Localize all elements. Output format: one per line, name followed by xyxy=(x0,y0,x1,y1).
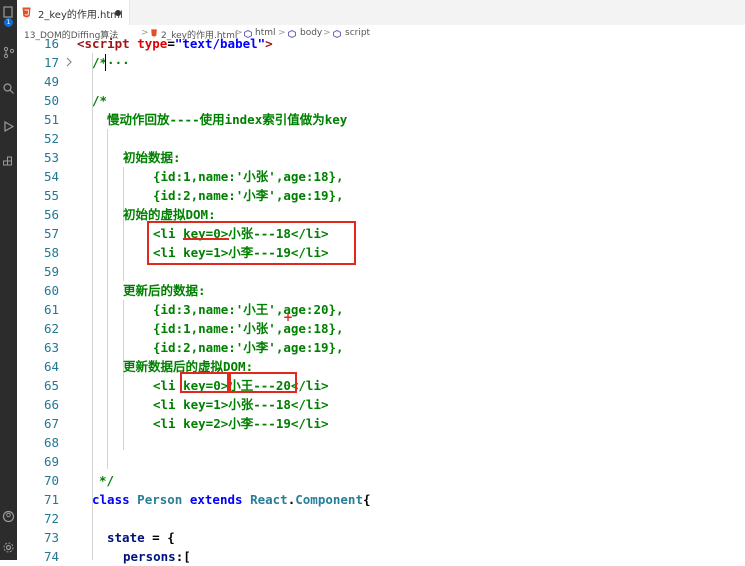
code-line: */ xyxy=(99,473,115,488)
text-cursor xyxy=(105,54,106,71)
line-number: 60 xyxy=(43,283,59,298)
search-icon[interactable] xyxy=(2,82,15,95)
line-number: 69 xyxy=(43,454,59,469)
run-debug-icon[interactable] xyxy=(2,120,15,133)
line-number: 55 xyxy=(43,188,59,203)
code-line: {id:2,name:'小李',age:19}, xyxy=(153,188,344,203)
line-number: 52 xyxy=(43,131,59,146)
line-number: 54 xyxy=(43,169,59,184)
line-number: 63 xyxy=(43,340,59,355)
line-number: 53 xyxy=(43,150,59,165)
line-number: 72 xyxy=(43,511,59,526)
line-number: 50 xyxy=(43,93,59,108)
code-line: {id:3,name:'小王',age:20}, xyxy=(153,302,344,317)
code-editor[interactable]: <script type="text/babel"> /*··· /* 慢动作回… xyxy=(77,31,745,564)
annotation-plus-mark: + xyxy=(283,310,294,324)
code-line: {id:2,name:'小李',age:19}, xyxy=(153,340,344,355)
code-line: /* xyxy=(92,93,108,108)
line-number: 58 xyxy=(43,245,59,260)
line-number: 49 xyxy=(43,74,59,89)
line-number-gutter: 16 17 49 50 51 52 53 54 55 56 57 58 59 6… xyxy=(17,31,77,564)
annotation-box-xiaowang xyxy=(229,372,297,393)
annotation-box-initial-vdom xyxy=(147,221,356,265)
settings-gear-icon[interactable] xyxy=(2,541,15,554)
line-number: 70 xyxy=(43,473,59,488)
line-number: 68 xyxy=(43,435,59,450)
code-line: class Person extends React.Component{ xyxy=(92,492,371,507)
code-line: <script type="text/babel"> xyxy=(77,36,273,51)
line-number: 16 xyxy=(43,36,59,51)
source-control-icon[interactable] xyxy=(2,46,15,59)
line-number: 74 xyxy=(43,549,59,564)
line-number: 17 xyxy=(43,55,59,70)
indent-guide xyxy=(107,129,108,469)
line-number: 56 xyxy=(43,207,59,222)
annotation-underline-key xyxy=(183,238,229,240)
code-line: <li key=2>小李---19</li> xyxy=(153,416,329,431)
line-number: 73 xyxy=(43,530,59,545)
code-line: 更新后的数据: xyxy=(123,283,206,298)
account-icon[interactable] xyxy=(2,510,15,523)
line-number: 64 xyxy=(43,359,59,374)
annotation-box-key0 xyxy=(180,372,229,393)
code-line: 初始数据: xyxy=(123,150,181,165)
code-line: /*··· xyxy=(92,55,130,70)
line-number: 51 xyxy=(43,112,59,127)
tab-label: 2_key的作用.html xyxy=(38,10,123,21)
html-file-icon xyxy=(22,7,31,18)
line-number: 62 xyxy=(43,321,59,336)
code-line: {id:1,name:'小张',age:18}, xyxy=(153,169,344,184)
line-number: 66 xyxy=(43,397,59,412)
indent-guide xyxy=(123,167,124,281)
activity-bar: 1 xyxy=(0,0,17,560)
line-number: 61 xyxy=(43,302,59,317)
editor-tab[interactable]: 2_key的作用.html xyxy=(17,0,130,25)
extensions-icon[interactable] xyxy=(2,156,15,169)
unsaved-dot-icon[interactable] xyxy=(115,10,121,16)
line-number: 57 xyxy=(43,226,59,241)
code-line: {id:1,name:'小张',age:18}, xyxy=(153,321,344,336)
line-number: 71 xyxy=(43,492,59,507)
line-number: 67 xyxy=(43,416,59,431)
tab-bar: 2_key的作用.html xyxy=(17,0,745,26)
code-line: state = { xyxy=(107,530,175,545)
line-number: 59 xyxy=(43,264,59,279)
fold-chevron-right-icon[interactable] xyxy=(65,57,73,67)
notification-badge: 1 xyxy=(4,18,13,27)
indent-guide xyxy=(92,53,93,560)
code-line: persons:[ xyxy=(123,549,191,564)
line-number: 65 xyxy=(43,378,59,393)
code-line: 慢动作回放----使用index索引值做为key xyxy=(107,112,348,127)
code-line: <li key=1>小张---18</li> xyxy=(153,397,329,412)
